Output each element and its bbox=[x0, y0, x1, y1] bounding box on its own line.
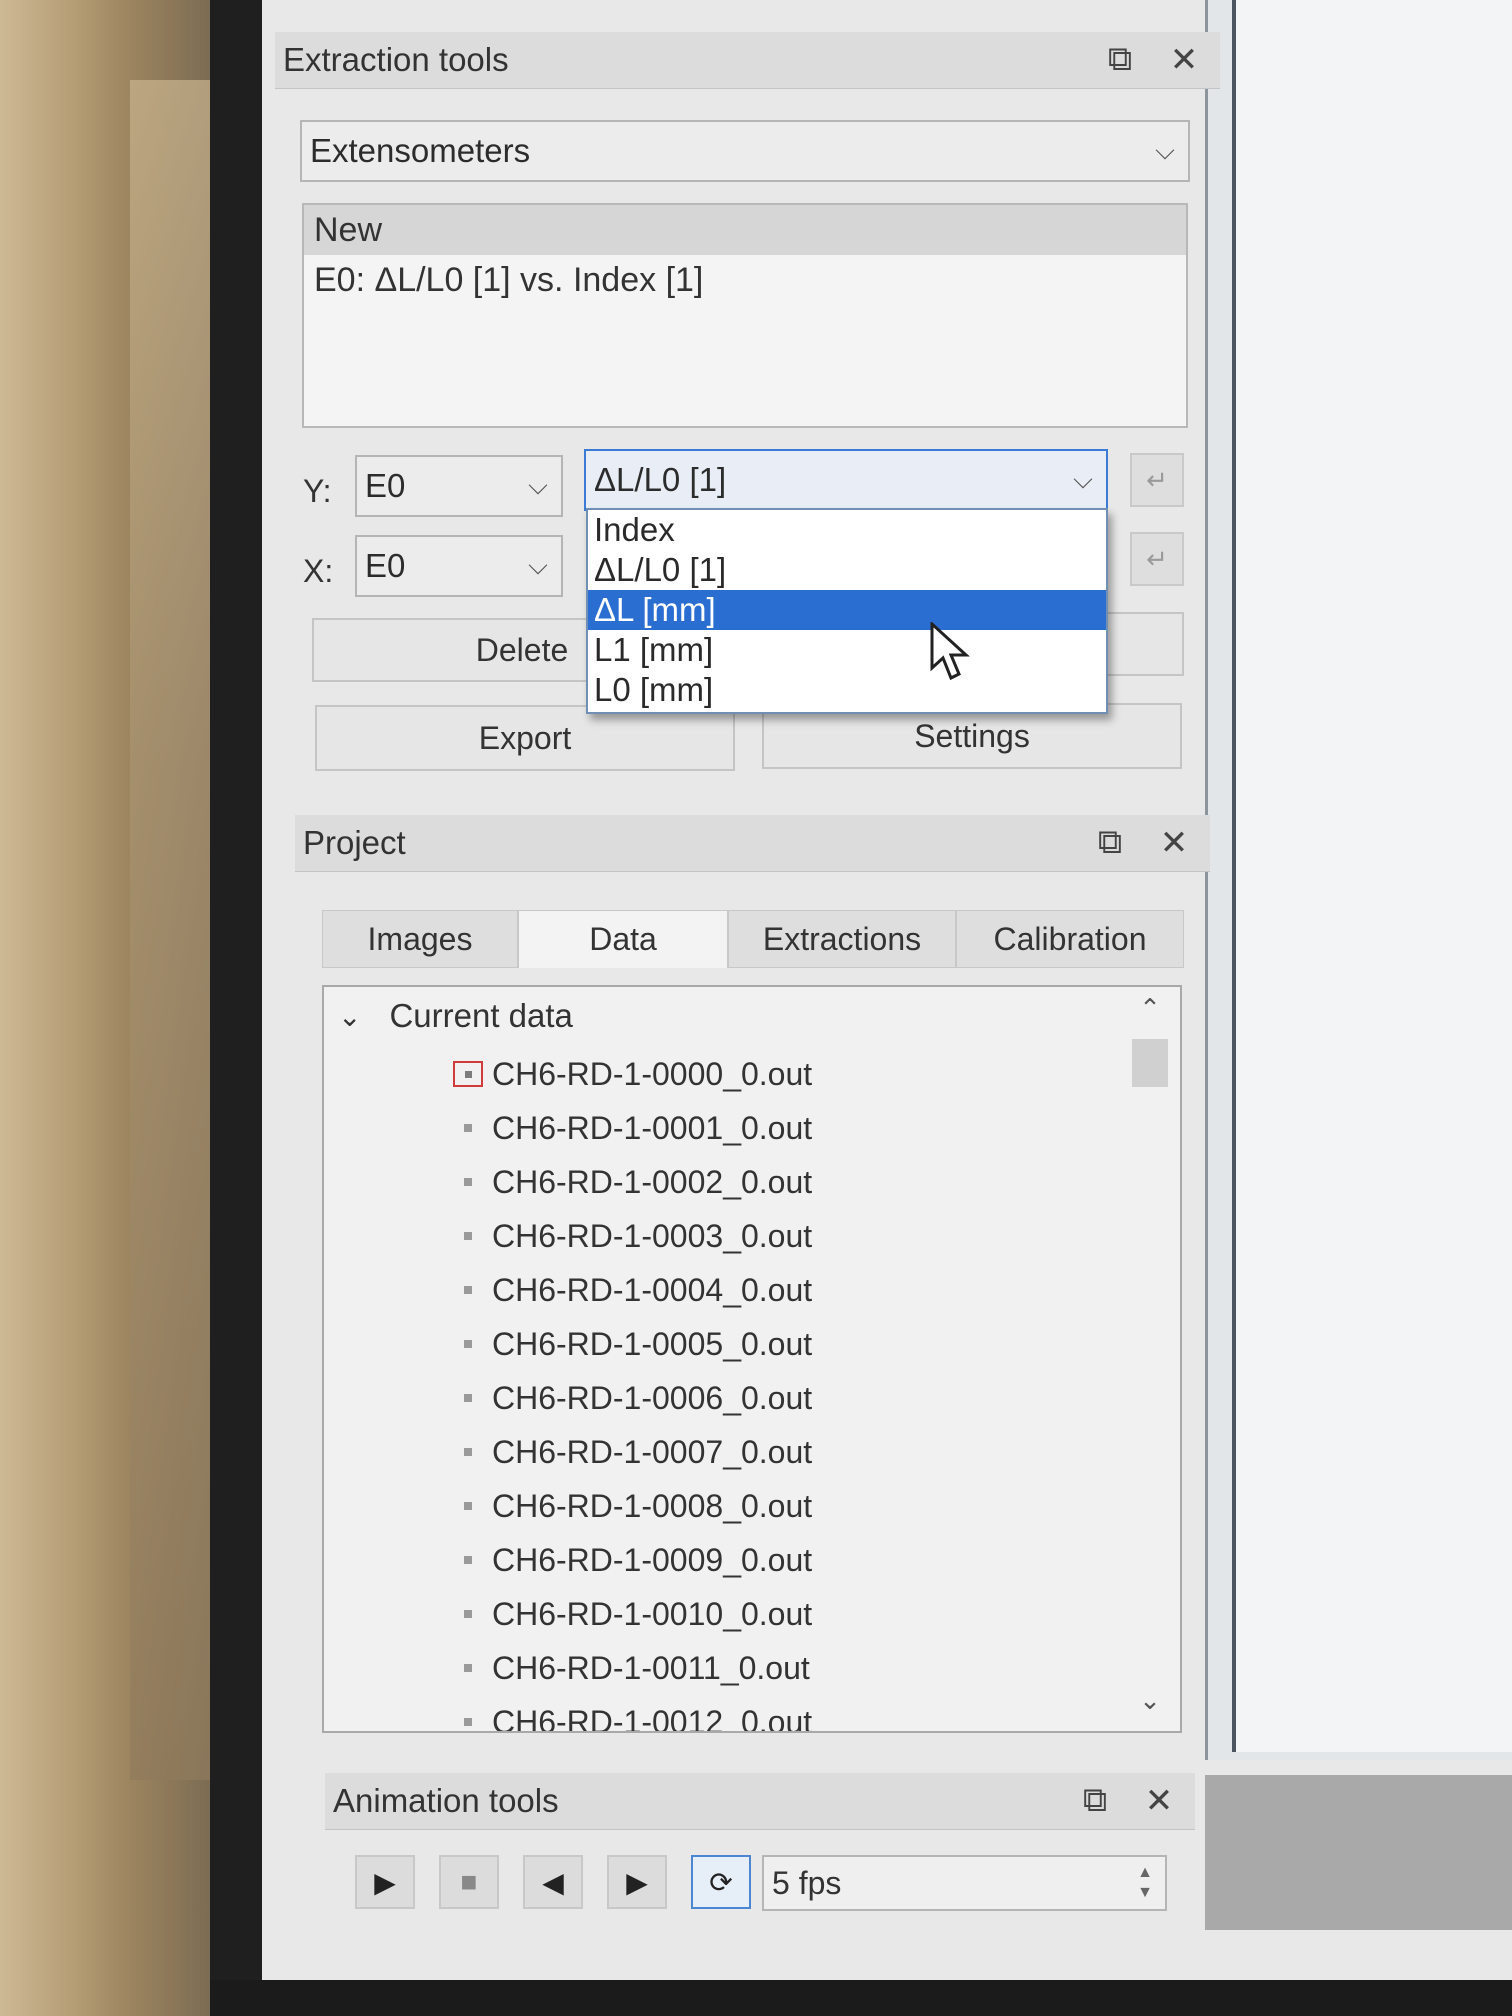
tool-type-select[interactable]: Extensometers ⌵ bbox=[300, 120, 1190, 182]
list-item[interactable]: CH6-RD-1-0003_0.out bbox=[444, 1209, 812, 1263]
selected-marker-icon bbox=[453, 1061, 483, 1087]
tree-root[interactable]: ⌄ Current data bbox=[338, 997, 573, 1035]
data-tree[interactable]: ⌄ Current data CH6-RD-1-0000_0.out CH6-R… bbox=[322, 985, 1182, 1733]
spin-arrows[interactable]: ▲ ▼ bbox=[1125, 1863, 1165, 1903]
list-item[interactable]: CH6-RD-1-0009_0.out bbox=[444, 1533, 812, 1587]
close-icon[interactable]: ✕ bbox=[1141, 1781, 1177, 1821]
x-apply-button[interactable]: ↵ bbox=[1130, 532, 1184, 586]
bullet-icon bbox=[464, 1286, 472, 1294]
close-icon[interactable]: ✕ bbox=[1166, 40, 1202, 80]
undock-icon[interactable]: ⧉ bbox=[1092, 823, 1128, 863]
animation-tools-titlebar: Animation tools ⧉ ✕ bbox=[325, 1773, 1195, 1830]
project-titlebar: Project ⧉ ✕ bbox=[295, 815, 1210, 872]
undock-icon[interactable]: ⧉ bbox=[1077, 1781, 1113, 1821]
extraction-tools-title: Extraction tools bbox=[283, 41, 509, 78]
list-item[interactable]: CH6-RD-1-0005_0.out bbox=[444, 1317, 812, 1371]
mouse-cursor-icon bbox=[930, 622, 970, 681]
loop-button[interactable]: ⟳ bbox=[691, 1855, 751, 1909]
list-item[interactable]: CH6-RD-1-0000_0.out bbox=[444, 1047, 812, 1101]
close-icon[interactable]: ✕ bbox=[1156, 823, 1192, 863]
step-forward-button[interactable]: ▶ bbox=[607, 1855, 667, 1909]
main-view-canvas bbox=[1232, 0, 1512, 1752]
y-apply-button[interactable]: ↵ bbox=[1130, 453, 1184, 507]
project-tabs: Images Data Extractions Calibration bbox=[322, 910, 1184, 968]
play-icon: ▶ bbox=[374, 1866, 396, 1898]
quantity-dropdown[interactable]: Index ΔL/L0 [1] ΔL [mm] L1 [mm] L0 [mm] bbox=[586, 508, 1108, 714]
list-item-e0[interactable]: E0: ΔL/L0 [1] vs. Index [1] bbox=[304, 255, 1186, 305]
step-back-icon: ◀ bbox=[542, 1866, 564, 1898]
y-quantity-select[interactable]: ΔL/L0 [1] ⌵ bbox=[584, 449, 1108, 511]
list-item[interactable]: CH6-RD-1-0008_0.out bbox=[444, 1479, 812, 1533]
spin-up-icon[interactable]: ▲ bbox=[1137, 1863, 1153, 1883]
bullet-icon bbox=[464, 1340, 472, 1348]
enter-icon: ↵ bbox=[1146, 464, 1168, 495]
chevron-down-icon: ⌵ bbox=[1155, 135, 1175, 165]
bullet-icon bbox=[464, 1394, 472, 1402]
bullet-icon bbox=[464, 1502, 472, 1510]
file-list: CH6-RD-1-0000_0.out CH6-RD-1-0001_0.out … bbox=[444, 1047, 812, 1731]
dropdown-option-index[interactable]: Index bbox=[588, 510, 1106, 550]
list-item[interactable]: CH6-RD-1-0004_0.out bbox=[444, 1263, 812, 1317]
loop-icon: ⟳ bbox=[709, 1866, 733, 1898]
tab-images[interactable]: Images bbox=[322, 910, 518, 968]
background-shelf bbox=[130, 80, 215, 1780]
tab-extractions[interactable]: Extractions bbox=[728, 910, 956, 968]
extraction-tools-titlebar: Extraction tools ⧉ ✕ bbox=[275, 32, 1220, 89]
fps-spinbox[interactable]: 5 fps ▲ ▼ bbox=[762, 1855, 1167, 1911]
list-item[interactable]: CH6-RD-1-0001_0.out bbox=[444, 1101, 812, 1155]
dropdown-option-l1[interactable]: L1 [mm] bbox=[588, 630, 1106, 670]
x-source-select[interactable]: E0 ⌵ bbox=[355, 535, 563, 597]
dropdown-option-dl-l0[interactable]: ΔL/L0 [1] bbox=[588, 550, 1106, 590]
stop-icon: ■ bbox=[460, 1866, 478, 1897]
list-item-new[interactable]: New bbox=[304, 205, 1186, 255]
play-button[interactable]: ▶ bbox=[355, 1855, 415, 1909]
list-item[interactable]: CH6-RD-1-0012_0.out bbox=[444, 1695, 812, 1731]
tab-data[interactable]: Data bbox=[518, 910, 728, 968]
tab-calibration[interactable]: Calibration bbox=[956, 910, 1184, 968]
bullet-icon bbox=[464, 1610, 472, 1618]
tree-scrollbar[interactable]: ⌃ ⌄ bbox=[1128, 993, 1172, 1725]
chevron-down-icon: ⌵ bbox=[528, 550, 548, 580]
chevron-up-icon[interactable]: ⌃ bbox=[1128, 993, 1172, 1033]
step-back-button[interactable]: ◀ bbox=[523, 1855, 583, 1909]
chevron-down-icon: ⌵ bbox=[528, 470, 548, 500]
list-item[interactable]: CH6-RD-1-0010_0.out bbox=[444, 1587, 812, 1641]
undock-icon[interactable]: ⧉ bbox=[1102, 40, 1138, 80]
dropdown-option-dl[interactable]: ΔL [mm] bbox=[588, 590, 1106, 630]
chevron-down-icon: ⌵ bbox=[1073, 464, 1093, 494]
x-axis-label: X: bbox=[303, 553, 334, 589]
enter-icon: ↵ bbox=[1146, 543, 1168, 574]
bullet-icon bbox=[464, 1448, 472, 1456]
step-forward-icon: ▶ bbox=[626, 1866, 648, 1898]
y-axis-label: Y: bbox=[303, 473, 332, 509]
extensometer-list[interactable]: New E0: ΔL/L0 [1] vs. Index [1] bbox=[302, 203, 1188, 428]
bullet-icon bbox=[464, 1232, 472, 1240]
bullet-icon bbox=[464, 1664, 472, 1672]
main-view-footer bbox=[1205, 1775, 1512, 1930]
bullet-icon bbox=[464, 1718, 472, 1726]
y-source-select[interactable]: E0 ⌵ bbox=[355, 455, 563, 517]
stop-button[interactable]: ■ bbox=[439, 1855, 499, 1909]
bullet-icon bbox=[464, 1178, 472, 1186]
dropdown-option-l0[interactable]: L0 [mm] bbox=[588, 670, 1106, 710]
monitor-bezel-bottom bbox=[210, 1980, 1512, 2016]
animation-tools-title: Animation tools bbox=[333, 1782, 559, 1819]
chevron-down-icon[interactable]: ⌄ bbox=[1128, 1685, 1172, 1725]
chevron-down-icon[interactable]: ⌄ bbox=[338, 1000, 361, 1033]
list-item[interactable]: CH6-RD-1-0007_0.out bbox=[444, 1425, 812, 1479]
spin-down-icon[interactable]: ▼ bbox=[1137, 1883, 1153, 1903]
scrollbar-thumb[interactable] bbox=[1132, 1039, 1168, 1087]
list-item[interactable]: CH6-RD-1-0011_0.out bbox=[444, 1641, 812, 1695]
bullet-icon bbox=[464, 1556, 472, 1564]
list-item[interactable]: CH6-RD-1-0002_0.out bbox=[444, 1155, 812, 1209]
project-title: Project bbox=[303, 824, 406, 861]
animation-controls: ▶ ■ ◀ ▶ ⟳ bbox=[355, 1855, 751, 1909]
export-button[interactable]: Export bbox=[315, 705, 735, 771]
bullet-icon bbox=[464, 1124, 472, 1132]
list-item[interactable]: CH6-RD-1-0006_0.out bbox=[444, 1371, 812, 1425]
